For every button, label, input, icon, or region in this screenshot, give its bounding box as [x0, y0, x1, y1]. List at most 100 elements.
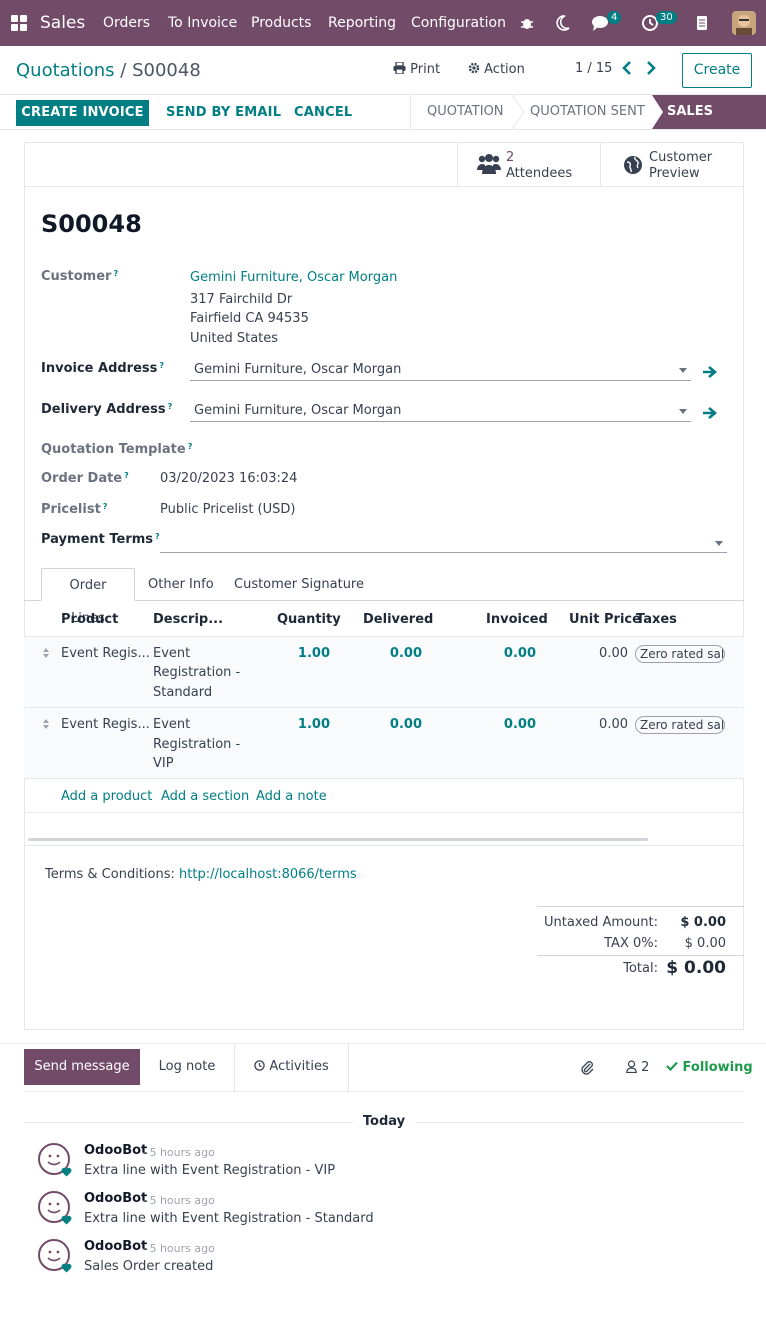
- help-icon[interactable]: ?: [113, 269, 118, 278]
- add-product-link[interactable]: Add a product: [61, 789, 152, 804]
- message-time: - 5 hours ago: [142, 1194, 215, 1207]
- activities-button[interactable]: Activities: [235, 1043, 349, 1091]
- attendees-label: Attendees: [506, 166, 573, 181]
- odoobot-avatar[interactable]: [38, 1191, 72, 1225]
- row-unit-price: 0.00: [599, 717, 628, 732]
- drag-handle-icon[interactable]: [42, 647, 50, 659]
- cancel-button[interactable]: CANCEL: [294, 100, 352, 126]
- terms-line: Terms & Conditions: http://localhost:806…: [45, 867, 357, 882]
- row-description-line: Event: [153, 717, 191, 732]
- stage-divider: [410, 95, 411, 129]
- globe-icon: [623, 155, 643, 175]
- help-icon[interactable]: ?: [159, 361, 164, 370]
- app-title[interactable]: Sales: [40, 0, 85, 46]
- attendees-count: 2: [506, 150, 515, 165]
- column-quantity[interactable]: Quantity: [277, 612, 341, 627]
- order-date-value: 03/20/2023 16:03:24: [160, 471, 298, 486]
- tab-other-info[interactable]: Other Info: [136, 568, 226, 601]
- apps-menu-icon[interactable]: [11, 15, 27, 31]
- send-by-email-button[interactable]: SEND BY EMAIL: [166, 100, 281, 126]
- heart-icon: [61, 1262, 72, 1273]
- tab-order-lines[interactable]: Order Lines: [41, 568, 135, 626]
- breadcrumb-quotations[interactable]: Quotations: [16, 60, 115, 81]
- heart-icon: [61, 1214, 72, 1225]
- send-message-button[interactable]: Send message: [24, 1049, 140, 1085]
- column-product[interactable]: Product: [61, 612, 118, 627]
- breadcrumb-current: S00048: [132, 60, 201, 81]
- help-icon[interactable]: ?: [168, 402, 173, 411]
- user-avatar[interactable]: [732, 11, 756, 35]
- horizontal-scrollbar[interactable]: [28, 838, 648, 841]
- menu-reporting[interactable]: Reporting: [328, 0, 396, 46]
- chatter-top-border: [0, 1043, 766, 1044]
- add-section-link[interactable]: Add a section: [161, 789, 249, 804]
- message-author[interactable]: OdooBot: [84, 1239, 147, 1254]
- row-description-line: Registration -: [153, 665, 241, 680]
- column-delivered[interactable]: Delivered: [363, 612, 433, 627]
- row-quantity: 1.00: [297, 717, 330, 732]
- attachment-paperclip-icon[interactable]: [580, 1059, 594, 1075]
- attendees-smart-button[interactable]: 2 Attendees: [457, 143, 601, 187]
- pager-previous-icon[interactable]: [621, 59, 633, 77]
- column-unit-price[interactable]: Unit Price: [569, 612, 641, 627]
- gear-icon: [468, 62, 480, 74]
- drag-handle-icon[interactable]: [42, 718, 50, 730]
- section-divider: [24, 845, 744, 846]
- column-invoiced[interactable]: Invoiced: [486, 612, 548, 627]
- row-quantity: 1.00: [297, 646, 330, 661]
- payment-terms-field[interactable]: [160, 531, 727, 553]
- invoice-address-field[interactable]: Gemini Furniture, Oscar Morgan: [190, 359, 691, 381]
- odoobot-avatar[interactable]: [38, 1239, 72, 1273]
- add-note-link[interactable]: Add a note: [256, 789, 327, 804]
- stage-quotation-sent[interactable]: QUOTATION SENT: [530, 95, 645, 129]
- action-button[interactable]: Action: [468, 62, 525, 77]
- followers-button[interactable]: 2: [626, 1060, 649, 1075]
- customer-link[interactable]: Gemini Furniture, Oscar Morgan: [190, 270, 397, 285]
- internal-link-arrow-icon[interactable]: [702, 405, 718, 421]
- internal-link-arrow-icon[interactable]: [702, 364, 718, 380]
- tax-value: $ 0.00: [684, 936, 726, 951]
- help-icon[interactable]: ?: [155, 532, 160, 541]
- documents-icon[interactable]: [696, 16, 708, 30]
- table-footer-border: [24, 812, 744, 813]
- terms-link[interactable]: http://localhost:8066/terms: [179, 867, 357, 882]
- check-icon: [666, 1060, 678, 1072]
- order-date-label: Order Date?: [41, 471, 129, 486]
- menu-configuration[interactable]: Configuration: [411, 0, 506, 46]
- dark-mode-icon[interactable]: [556, 15, 570, 31]
- menu-products[interactable]: Products: [251, 0, 311, 46]
- user-icon: [626, 1060, 637, 1074]
- help-icon[interactable]: ?: [188, 442, 193, 451]
- users-icon: [477, 153, 501, 175]
- menu-orders[interactable]: Orders: [103, 0, 150, 46]
- row-product: Event Regis...: [61, 717, 150, 732]
- customer-preview-smart-button[interactable]: Customer Preview: [600, 143, 744, 187]
- bug-icon[interactable]: [520, 16, 534, 30]
- help-icon[interactable]: ?: [103, 502, 108, 511]
- stage-quotation[interactable]: QUOTATION: [427, 95, 504, 129]
- following-button[interactable]: Following: [666, 1060, 753, 1075]
- date-separator: Today: [353, 1114, 415, 1129]
- delivery-address-value: Gemini Furniture, Oscar Morgan: [194, 403, 402, 418]
- message-author[interactable]: OdooBot: [84, 1143, 147, 1158]
- heart-icon: [61, 1166, 72, 1177]
- create-invoice-button[interactable]: CREATE INVOICE: [16, 100, 149, 126]
- print-button[interactable]: Print: [393, 61, 440, 77]
- invoice-address-label: Invoice Address?: [41, 361, 165, 376]
- delivery-address-field[interactable]: Gemini Furniture, Oscar Morgan: [190, 400, 691, 422]
- column-taxes[interactable]: Taxes: [636, 612, 677, 627]
- create-button[interactable]: Create: [682, 53, 752, 88]
- pager-value[interactable]: 1 / 15: [575, 61, 612, 76]
- menu-to-invoice[interactable]: To Invoice: [168, 0, 237, 46]
- pager-next-icon[interactable]: [645, 59, 657, 77]
- tax-tag: Zero rated sales: [635, 716, 725, 734]
- activities-label: Activities: [269, 1059, 329, 1074]
- tab-customer-signature[interactable]: Customer Signature: [222, 568, 376, 601]
- message-body: Extra line with Event Registration - Sta…: [84, 1211, 374, 1226]
- log-note-button[interactable]: Log note: [140, 1043, 235, 1091]
- total-label: Total:: [623, 961, 658, 976]
- column-description[interactable]: Descrip...: [153, 612, 223, 627]
- message-author[interactable]: OdooBot: [84, 1191, 147, 1206]
- odoobot-avatar[interactable]: [38, 1143, 72, 1177]
- help-icon[interactable]: ?: [124, 471, 129, 480]
